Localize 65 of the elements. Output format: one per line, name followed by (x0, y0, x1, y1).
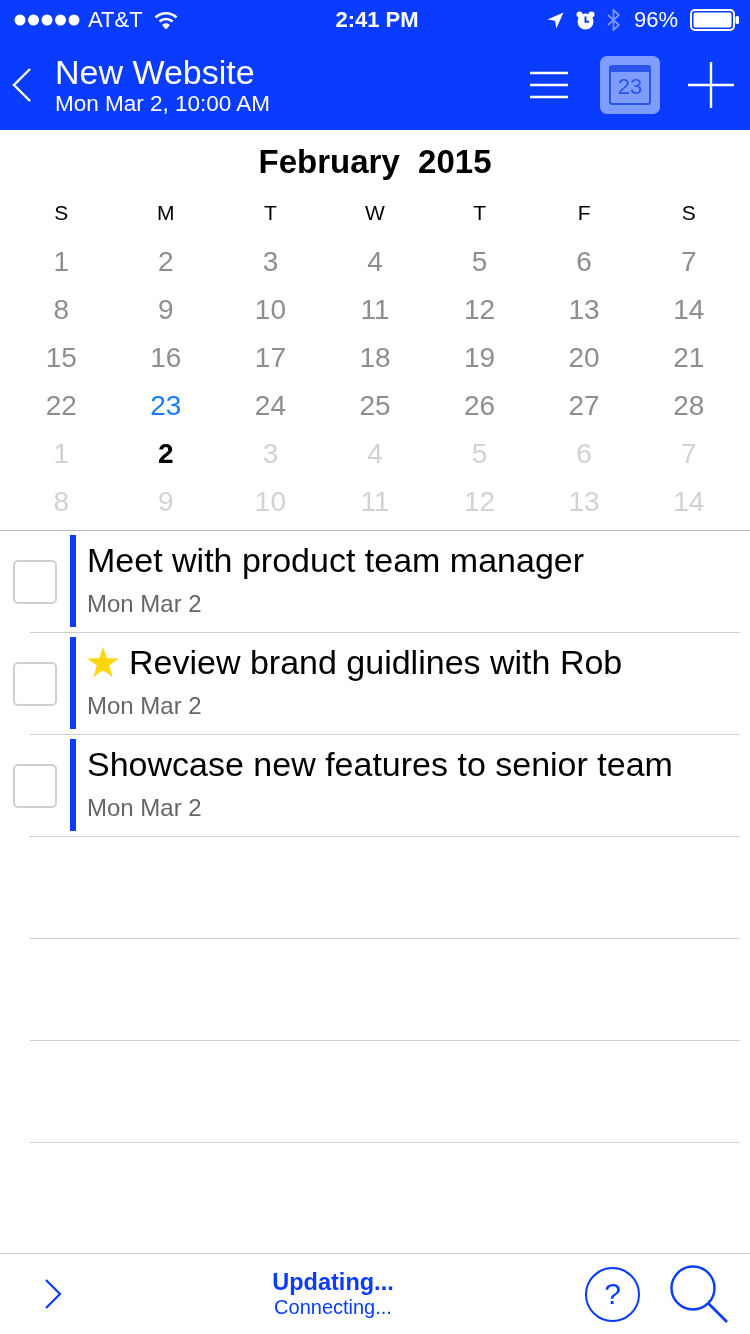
task-title[interactable]: Meet with product team manager (87, 541, 585, 579)
calendar-day[interactable]: 7 (676, 238, 701, 286)
calendar-day[interactable]: 26 (460, 382, 500, 430)
weekday-label: M (157, 200, 175, 226)
calendar-day[interactable]: 3 (258, 238, 283, 286)
task-date: Mon Mar 2 (87, 590, 203, 618)
calendar-day[interactable]: 13 (564, 286, 604, 334)
calendar-day[interactable]: 28 (669, 382, 709, 430)
battery-icon (690, 9, 740, 31)
help-button[interactable]: ? (585, 1266, 640, 1322)
calendar-day[interactable]: 17 (250, 334, 290, 382)
calendar-day[interactable]: 22 (41, 382, 81, 430)
weekday-label: T (264, 200, 277, 226)
task-title[interactable]: Showcase new features to senior team (87, 745, 673, 783)
calendar-day[interactable]: 2 (154, 238, 178, 286)
weekday-label: T (473, 200, 486, 226)
task-checkbox[interactable] (13, 559, 57, 604)
calendar-day[interactable]: 15 (41, 334, 81, 382)
calendar-day[interactable]: 11 (356, 286, 394, 334)
weekday-label: S (681, 200, 696, 226)
sync-detail: Connecting... (273, 1296, 393, 1319)
battery-percent: 96% (633, 7, 678, 33)
calendar-day[interactable]: 23 (146, 382, 186, 430)
back-icon[interactable] (12, 67, 32, 103)
task-title[interactable]: Review brand guidlines with Rob (129, 643, 623, 681)
calendar-day[interactable]: 8 (49, 286, 74, 334)
calendar-toggle-button[interactable]: 23 (600, 56, 660, 114)
calendar-day[interactable]: 4 (363, 238, 387, 286)
calendar-day[interactable]: 9 (154, 286, 178, 334)
weekday-label: W (365, 200, 385, 226)
project-date: Mon Mar 2, 10:00 AM (55, 91, 272, 117)
task-checkbox[interactable] (13, 763, 57, 808)
calendar-day[interactable]: 10 (250, 286, 290, 334)
calendar-day[interactable]: 5 (467, 238, 492, 286)
calendar-day[interactable]: 1 (49, 238, 74, 286)
calendar-day[interactable]: 24 (250, 382, 290, 430)
calendar-day[interactable]: 18 (355, 334, 395, 382)
add-icon[interactable] (688, 62, 734, 108)
clock-time: 2:41 PM (335, 7, 419, 33)
calendar-day[interactable]: 19 (460, 334, 500, 382)
carrier-name: AT&T (88, 7, 143, 33)
location-arrow-icon (546, 11, 564, 29)
calendar-day[interactable]: 20 (564, 334, 604, 382)
wifi-icon (153, 11, 178, 29)
calendar-day[interactable]: 16 (146, 334, 186, 382)
menu-icon[interactable] (530, 71, 568, 99)
calendar-day[interactable]: 6 (572, 238, 596, 286)
forward-icon[interactable] (44, 1278, 62, 1310)
signal-icon (14, 14, 80, 26)
task-date: Mon Mar 2 (87, 794, 203, 822)
project-title: New Website (55, 53, 256, 91)
task-checkbox[interactable] (13, 661, 57, 706)
sync-status: Updating... (271, 1269, 395, 1296)
task-date: Mon Mar 2 (87, 692, 203, 720)
weekday-label: S (54, 200, 69, 226)
calendar-day[interactable]: 21 (669, 334, 709, 382)
month-title: February 2015 (257, 142, 493, 182)
calendar-day[interactable]: 12 (460, 286, 500, 334)
alarm-clock-icon (575, 10, 595, 30)
calendar-day[interactable]: 2 (154, 430, 178, 478)
calendar-day[interactable]: 27 (564, 382, 604, 430)
weekday-label: F (577, 200, 591, 226)
search-icon[interactable] (670, 1265, 728, 1323)
calendar-day[interactable]: 25 (355, 382, 395, 430)
calendar-day[interactable]: 14 (669, 286, 709, 334)
